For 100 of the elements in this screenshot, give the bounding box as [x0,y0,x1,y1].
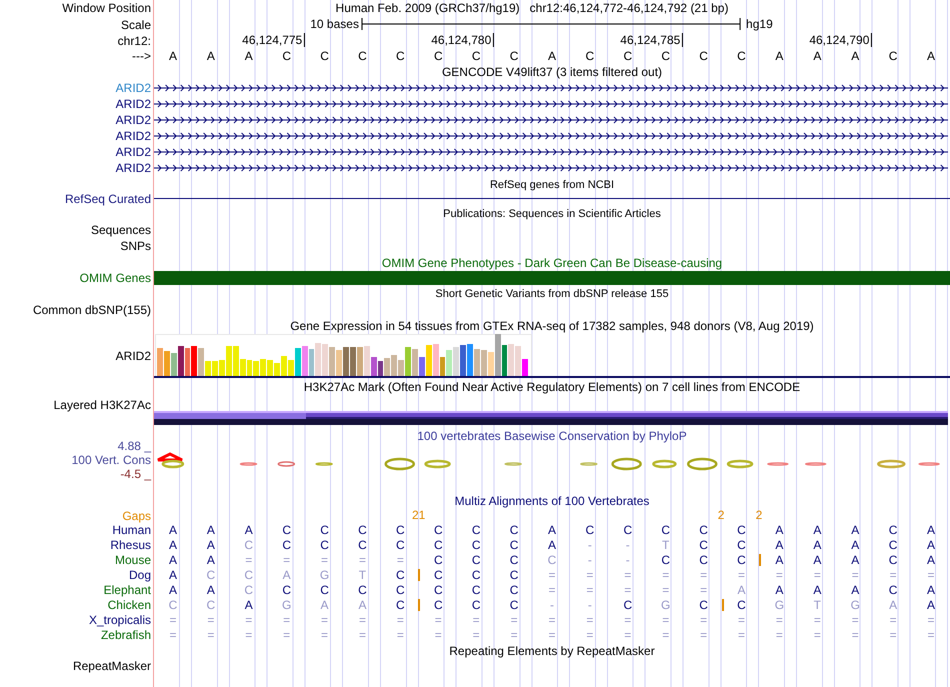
aligned-base: A [168,538,177,552]
scale-text: 10 bases [310,17,360,31]
aligned-base: = [396,612,404,626]
gene-label[interactable]: ARID2 [116,97,153,111]
aligned-base: = [510,628,518,642]
aligned-base: = [283,628,290,642]
gene-label[interactable]: ARID2 [116,81,153,95]
track-label: RepeatMasker [72,659,152,673]
aligned-base: = [624,628,632,642]
aligned-base: T [814,598,821,612]
aligned-base: - [588,552,592,566]
gene-label[interactable]: ARID2 [116,129,153,143]
aligned-base: C [699,552,708,566]
aligned-base: T [662,538,670,552]
aligned-base: = [738,612,746,626]
track-title: Gene Expression in 54 tissues from GTEx RNA-seq of 17382 samples, 948 donors (V8, Aug 2019) [290,319,814,333]
base-letter: A [206,49,215,63]
aligned-base: A [320,598,329,612]
aligned-base: A [927,582,936,596]
aligned-base: = [586,568,594,582]
track-title: GENCODE V49lift37 (3 items filtered out) [442,65,662,79]
aligned-base: = [207,612,214,626]
aligned-base: C [888,582,898,596]
aligned-base: = [662,568,670,582]
aligned-base: C [168,598,178,612]
track-label: Sequences [90,223,152,237]
aligned-base: A [927,552,936,566]
aligned-base: G [850,598,860,612]
aligned-base: C [548,552,556,566]
base-letter: A [775,49,784,63]
aligned-base: G [661,598,670,612]
aligned-base: = [700,628,708,642]
aligned-base: = [624,612,632,626]
aligned-base: = [321,628,328,642]
aligned-base: C [320,538,329,552]
base-letter: A [813,49,822,63]
aligned-base: C [472,568,481,582]
aligned-base: A [168,522,177,536]
aligned-base: = [358,628,366,642]
base-letter: A [168,49,177,63]
aligned-base: = [396,552,404,566]
aligned-base: C [699,522,708,536]
aligned-base: C [396,522,405,536]
aligned-base: C [244,568,254,582]
gene-label[interactable]: ARID2 [116,113,153,127]
aligned-base: = [169,612,176,626]
aligned-base: C [699,538,708,552]
aligned-base: = [776,612,783,626]
aligned-base: C [244,582,254,596]
aligned-base: A [813,552,822,566]
aligned-base: C [737,552,746,566]
aligned-base: G [320,568,330,582]
aligned-base: = [662,628,670,642]
aligned-base: A [813,582,822,596]
aligned-base: C [282,538,291,552]
aligned-base: = [852,568,859,582]
aligned-base: = [624,568,632,582]
aligned-base: C [434,582,443,596]
aligned-base: A [358,598,366,612]
gene-label[interactable]: ARID2 [116,161,153,175]
aligned-base: = [776,628,783,642]
aligned-base: A [168,568,177,582]
track-title: Multiz Alignments of 100 Vertebrates [454,494,650,508]
aligned-base: A [775,538,784,552]
aligned-base: = [245,612,252,626]
aligned-base: = [358,552,366,566]
aligned-base: C [434,598,443,612]
aligned-base: A [775,522,784,536]
aligned-base: C [510,522,518,536]
base-letter: C [510,49,518,63]
aligned-base: = [776,568,783,582]
track-title: RefSeq genes from NCBI [490,178,614,192]
aligned-base: C [737,538,746,552]
track-label: Window Position [62,1,152,15]
aligned-base: A [889,598,898,612]
aligned-base: C [472,598,481,612]
aligned-base: = [814,568,821,582]
aligned-base: C [396,598,405,612]
aligned-base: = [738,628,746,642]
gene-label[interactable]: ARID2 [116,145,153,159]
aligned-base: = [358,612,366,626]
base-letter: C [320,49,329,63]
aligned-base: T [358,568,366,582]
base-letter: A [244,49,253,63]
ruler-tick-label: 46,124,785 [620,33,684,47]
aligned-base: = [586,582,594,596]
aligned-base: = [662,612,670,626]
aligned-base: C [358,582,367,596]
base-letter: C [699,49,708,63]
aligned-base: A [927,538,936,552]
aligned-base: A [206,582,215,596]
aligned-base: C [282,582,291,596]
aligned-base: A [775,552,784,566]
track-title: OMIM Gene Phenotypes - Dark Green Can Be Disease-causing [382,256,722,270]
aligned-base: - [550,598,554,612]
aligned-base: A [244,598,253,612]
aligned-base: = [852,628,859,642]
aligned-base: = [928,628,935,642]
track-title: Publications: Sequences in Scientific Articles [443,206,661,220]
aligned-base: A [775,582,784,596]
